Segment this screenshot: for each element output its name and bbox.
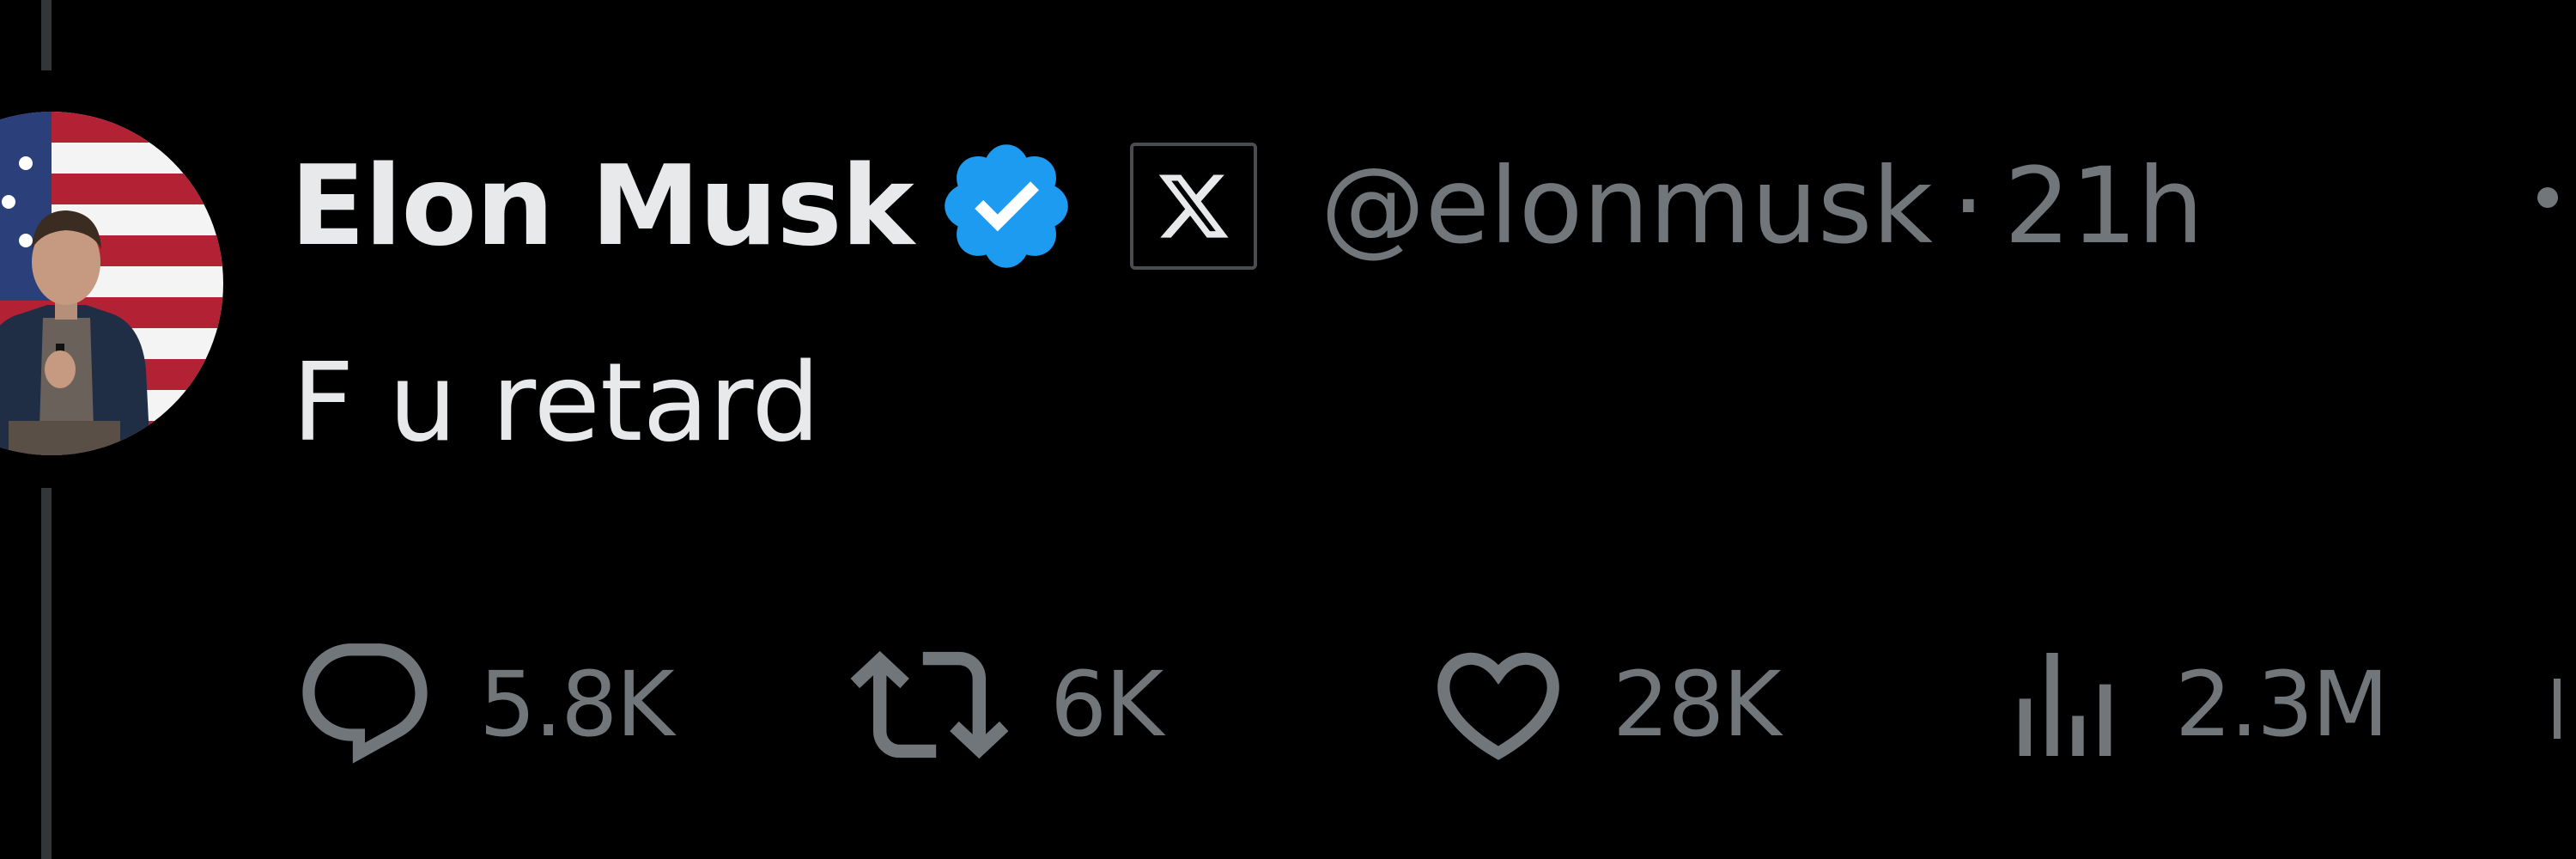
- like-button[interactable]: 28K: [1425, 601, 1782, 807]
- views-count: 2.3M: [2175, 652, 2389, 757]
- retweet-button[interactable]: 6K: [850, 601, 1163, 807]
- thread-connector-line: [41, 0, 52, 70]
- retweet-count: 6K: [1050, 652, 1163, 757]
- avatar[interactable]: [0, 112, 223, 455]
- analytics-icon: [2019, 653, 2111, 756]
- reply-icon: [302, 643, 428, 764]
- tweet-header: Elon Musk @elonmusk · 21h: [290, 129, 2203, 283]
- tweet-timestamp[interactable]: 21h: [2004, 145, 2204, 267]
- like-count: 28K: [1613, 652, 1782, 757]
- header-separator: ·: [1952, 145, 1985, 267]
- share-icon[interactable]: [2549, 661, 2566, 747]
- retweet-icon: [850, 650, 1009, 758]
- avatar-photo: [0, 112, 223, 455]
- author-display-name[interactable]: Elon Musk: [290, 143, 914, 271]
- thread-connector-line: [41, 488, 52, 859]
- more-options-icon[interactable]: [2537, 187, 2558, 208]
- tweet-body-text: F u retard: [292, 339, 821, 466]
- reply-count: 5.8K: [479, 652, 675, 757]
- verified-badge-icon[interactable]: [934, 134, 1078, 278]
- author-handle[interactable]: @elonmusk: [1321, 145, 1933, 267]
- reply-button[interactable]: 5.8K: [292, 601, 675, 807]
- x-logo-icon[interactable]: [1129, 143, 1257, 270]
- heart-icon: [1437, 652, 1559, 760]
- views-button[interactable]: 2.3M: [1996, 601, 2389, 807]
